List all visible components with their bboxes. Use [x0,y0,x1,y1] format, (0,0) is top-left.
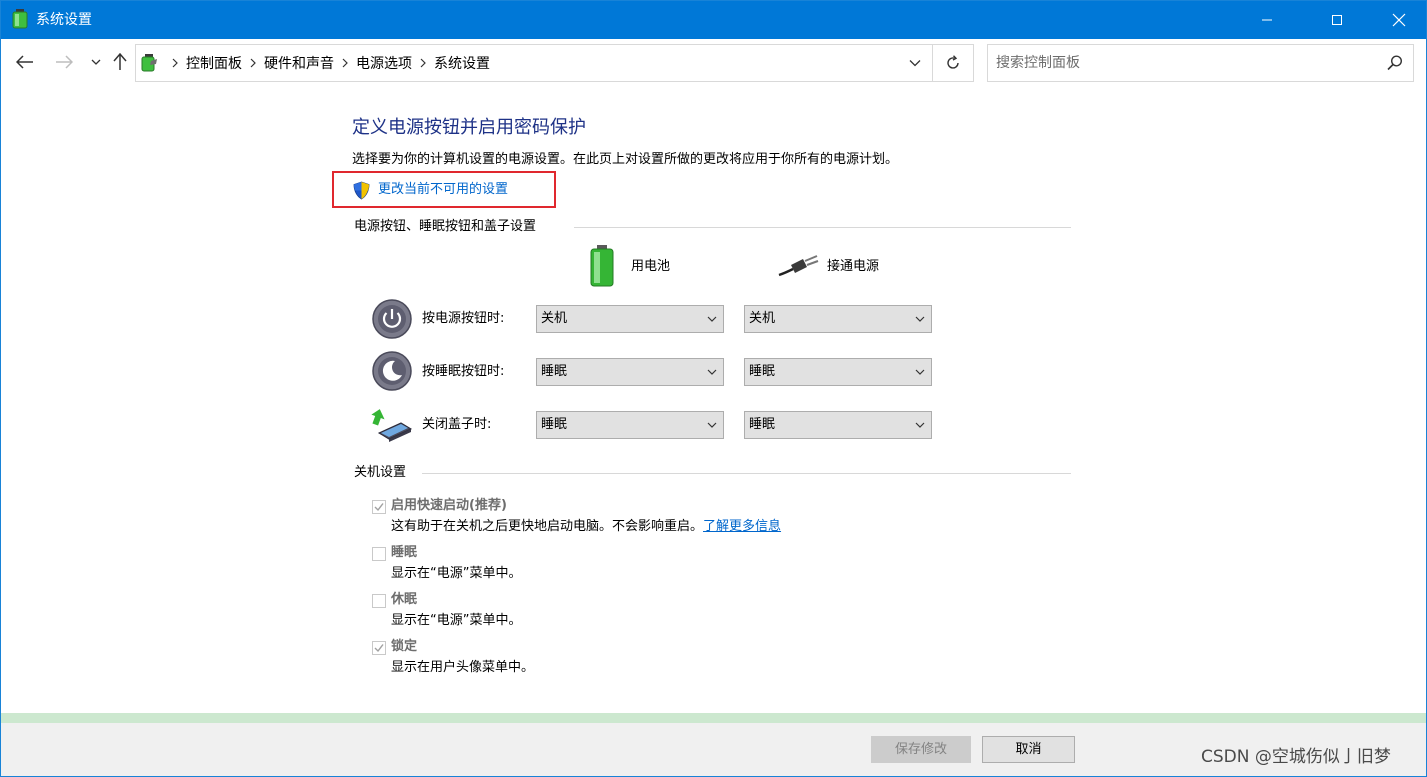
lid-close-label: 关闭盖子时: [422,417,492,432]
maximize-icon [1332,15,1342,25]
watermark: CSDN @空城伤似亅旧梦 [1201,747,1391,767]
cancel-button[interactable]: 取消 [982,736,1075,763]
save-changes-button[interactable]: 保存修改 [871,736,971,763]
address-field[interactable]: 控制面板 硬件和声音 电源选项 系统设置 [135,44,974,82]
plugged-in-column-header: 接通电源 [827,259,880,274]
window-title: 系统设置 [36,12,92,28]
uac-shield-icon [353,181,370,200]
chevron-down-icon [707,422,717,428]
sleep-button-battery-select[interactable]: 睡眠 [536,358,724,386]
control-panel-icon [141,54,157,72]
change-unavailable-settings-link[interactable]: 更改当前不可用的设置 [378,181,508,199]
address-bar: 控制面板 硬件和声音 电源选项 系统设置 [1,39,1426,87]
learn-more-link[interactable]: 了解更多信息 [703,519,781,534]
sleep-button-plugged-select[interactable]: 睡眠 [744,358,932,386]
power-section-title: 电源按钮、睡眠按钮和盖子设置 [354,219,537,234]
checkmark-icon [374,644,384,653]
chevron-down-icon [915,422,925,428]
refresh-button[interactable] [932,45,973,81]
chevron-down-icon [707,369,717,375]
lid-close-plugged-select[interactable]: 睡眠 [744,411,932,439]
select-value: 睡眠 [541,364,568,379]
select-value: 关机 [541,311,568,326]
settings-window: 系统设置 控制面板 硬件和声音 电源选项 系统设置 搜索控制面板 定义电源按钮并… [0,0,1427,777]
breadcrumb-hardware-sound[interactable]: 硬件和声音 [264,53,334,73]
close-icon [1392,13,1406,27]
sleep-checkbox[interactable] [372,547,386,561]
select-value: 关机 [749,311,776,326]
select-value: 睡眠 [749,417,776,432]
fast-startup-description: 这有助于在关机之后更快地启动电脑。不会影响重启。了解更多信息 [391,518,781,536]
main-content: 定义电源按钮并启用密码保护 选择要为你的计算机设置的电源设置。在此页上对设置所做… [1,87,1426,713]
power-button-battery-select[interactable]: 关机 [536,305,724,333]
lock-option-label: 锁定 [391,639,418,654]
lid-close-battery-select[interactable]: 睡眠 [536,411,724,439]
maximize-button[interactable] [1314,1,1360,39]
arrow-right-icon [56,55,73,69]
forward-button[interactable] [53,51,75,73]
select-value: 睡眠 [749,364,776,379]
chevron-down-icon [707,316,717,322]
lock-option-description: 显示在用户头像菜单中。 [391,660,535,675]
fast-startup-checkbox[interactable] [372,500,386,514]
breadcrumb-separator-icon[interactable] [164,45,186,81]
hibernate-option-label: 休眠 [391,592,418,607]
breadcrumb-separator-icon[interactable] [334,45,356,81]
recent-locations-button[interactable] [85,51,107,73]
breadcrumb-separator-icon[interactable] [412,45,434,81]
page-description: 选择要为你的计算机设置的电源设置。在此页上对设置所做的更改将应用于你所有的电源计… [352,152,899,167]
breadcrumb-system-settings[interactable]: 系统设置 [434,53,490,73]
footer-stripe [1,713,1426,723]
select-value: 睡眠 [541,417,568,432]
chevron-down-icon [909,60,921,67]
power-plug-icon [778,255,819,277]
sleep-button-label: 按睡眠按钮时: [422,364,505,379]
sleep-option-description: 显示在“电源”菜单中。 [391,566,522,581]
laptop-lid-icon [371,409,413,442]
power-options-icon [12,9,28,29]
section-divider [574,227,1071,228]
sleep-option-label: 睡眠 [391,545,418,560]
sleep-button-icon [372,351,412,391]
back-button[interactable] [14,51,36,73]
checkmark-icon [374,503,384,512]
fast-startup-label: 启用快速启动(推荐) [391,498,507,513]
hibernate-option-description: 显示在“电源”菜单中。 [391,613,522,628]
breadcrumb: 控制面板 硬件和声音 电源选项 系统设置 [164,45,490,81]
title-bar: 系统设置 [1,1,1426,39]
footer-bar: 保存修改 取消 CSDN @空城伤似亅旧梦 [1,723,1426,776]
address-dropdown-button[interactable] [898,45,932,81]
search-box [987,44,1414,82]
power-button-plugged-select[interactable]: 关机 [744,305,932,333]
power-button-icon [372,299,412,339]
page-title: 定义电源按钮并启用密码保护 [352,117,586,138]
shutdown-section-title: 关机设置 [354,465,407,480]
chevron-down-icon [915,316,925,322]
arrow-left-icon [16,55,33,69]
section-divider [422,473,1071,474]
breadcrumb-power-options[interactable]: 电源选项 [356,53,412,73]
minimize-icon [1262,19,1272,21]
close-button[interactable] [1376,1,1422,39]
battery-icon [590,245,614,287]
search-input[interactable] [988,45,1378,81]
power-button-label: 按电源按钮时: [422,311,505,326]
refresh-icon [947,55,959,69]
lock-checkbox[interactable] [372,641,386,655]
admin-link-highlight: 更改当前不可用的设置 [332,171,556,208]
arrow-up-icon [113,53,127,70]
chevron-down-icon [915,369,925,375]
chevron-down-icon [91,59,101,65]
fast-startup-desc-text: 这有助于在关机之后更快地启动电脑。不会影响重启。 [391,519,704,534]
battery-column-header: 用电池 [631,259,671,274]
hibernate-checkbox[interactable] [372,594,386,608]
search-icon[interactable] [1386,54,1404,72]
breadcrumb-control-panel[interactable]: 控制面板 [186,53,242,73]
minimize-button[interactable] [1244,1,1290,39]
up-button[interactable] [109,51,131,73]
breadcrumb-separator-icon[interactable] [242,45,264,81]
